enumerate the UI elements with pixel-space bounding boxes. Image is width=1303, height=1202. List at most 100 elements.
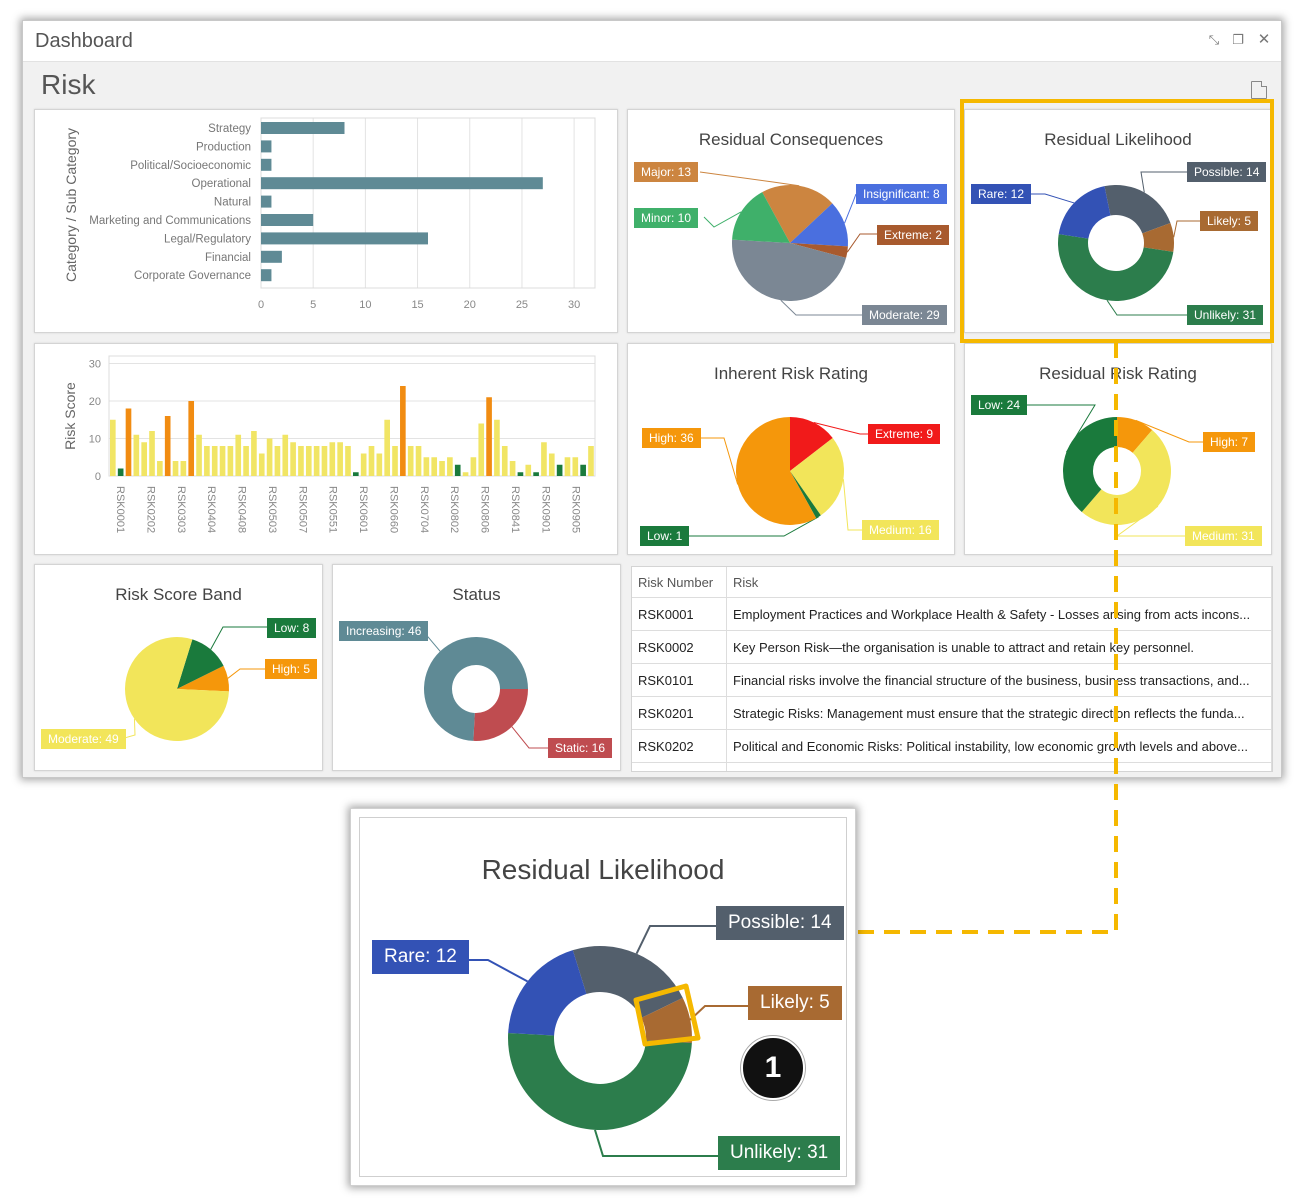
risk-score-bar[interactable]	[305, 446, 312, 476]
x-tick-label: RSK0503	[266, 486, 278, 533]
risk-score-bar[interactable]	[149, 431, 155, 476]
risk-score-bar[interactable]	[235, 434, 242, 476]
category-bar[interactable]	[261, 177, 543, 190]
risk-score-bar[interactable]	[368, 446, 375, 476]
risk-score-bar[interactable]	[243, 446, 249, 476]
category-label: Marketing and Communications	[89, 215, 251, 227]
data-label: Minor: 10	[634, 208, 699, 228]
risk-score-bar[interactable]	[588, 446, 594, 476]
risk-score-bar[interactable]	[266, 438, 273, 477]
risk-score-bar[interactable]	[329, 442, 336, 476]
table-row[interactable]: RSK0101 Financial risks involve the fina…	[632, 663, 1272, 697]
category-bar[interactable]	[261, 195, 272, 208]
risk-score-bar[interactable]	[462, 472, 469, 476]
category-bar[interactable]	[261, 122, 345, 134]
risk-score-bar[interactable]	[117, 468, 124, 477]
data-label: Medium: 31	[1185, 526, 1262, 546]
table-row[interactable]: RSK0002 Key Person Risk—the organisation…	[632, 630, 1272, 664]
category-bar[interactable]	[261, 140, 272, 153]
risk-score-bar[interactable]	[494, 419, 500, 476]
table-header-row: Risk Number Risk	[632, 567, 1272, 598]
risk-score-bar[interactable]	[486, 397, 492, 476]
collapse-icon[interactable]: ⤡	[1205, 31, 1223, 49]
risk-score-bar[interactable]	[141, 442, 147, 476]
table-row[interactable]	[632, 762, 1272, 771]
column-header-risk[interactable]: Risk	[726, 567, 1272, 598]
risk-score-bar[interactable]	[580, 464, 586, 476]
table-row[interactable]: RSK0201 Strategic Risks: Management must…	[632, 696, 1272, 730]
highlight-frame	[960, 99, 1274, 343]
restore-icon[interactable]: ❐	[1229, 31, 1247, 49]
risk-score-bar[interactable]	[219, 446, 226, 476]
risk-score-bar[interactable]	[470, 457, 477, 476]
risk-score-bar[interactable]	[447, 457, 453, 476]
zoom-detail: Residual Likelihood Possible: 14 Likely: …	[350, 808, 856, 1186]
risk-score-bar[interactable]	[204, 446, 210, 476]
risk-score-bar[interactable]	[313, 446, 320, 476]
risk-score-bar[interactable]	[525, 464, 532, 476]
table-row[interactable]: RSK0202 Political and Economic Risks: Po…	[632, 729, 1272, 763]
risk-score-bar[interactable]	[478, 423, 485, 477]
category-bar[interactable]	[261, 232, 428, 245]
risk-score-bar[interactable]	[227, 446, 234, 476]
risk-score-bar[interactable]	[517, 472, 524, 476]
risk-score-bar[interactable]	[133, 434, 140, 476]
data-label: Extreme: 9	[868, 424, 941, 444]
risk-score-bar[interactable]	[384, 419, 390, 476]
risk-score-bar[interactable]	[180, 461, 187, 476]
x-tick-label: RSK0001	[114, 486, 126, 533]
risk-score-bar[interactable]	[282, 434, 289, 476]
risk-score-bar[interactable]	[345, 446, 351, 476]
close-icon[interactable]: ✕	[1255, 31, 1273, 49]
risk-score-bar[interactable]	[172, 461, 179, 476]
table-row[interactable]: RSK0001 Employment Practices and Workpla…	[632, 597, 1272, 631]
risk-number-cell: RSK0001	[632, 597, 727, 631]
risk-score-bar[interactable]	[376, 453, 383, 477]
risk-table: Risk Number Risk RSK0001 Employment Prac…	[631, 566, 1273, 772]
risk-score-bar[interactable]	[321, 446, 328, 476]
risk-score-bar[interactable]	[556, 464, 563, 476]
category-bar[interactable]	[261, 269, 272, 282]
risk-score-bar[interactable]	[501, 446, 508, 476]
column-header-risk-number[interactable]: Risk Number	[632, 567, 727, 598]
risk-score-bar[interactable]	[196, 434, 202, 476]
risk-score-bar[interactable]	[439, 461, 445, 476]
risk-score-bar[interactable]	[548, 453, 555, 477]
risk-score-bar[interactable]	[533, 472, 539, 476]
risk-score-bar[interactable]	[211, 446, 218, 476]
risk-score-bar[interactable]	[274, 446, 281, 476]
category-bar[interactable]	[261, 250, 282, 263]
risk-score-bar[interactable]	[360, 453, 367, 477]
risk-score-bar[interactable]	[164, 416, 171, 476]
risk-score-bar[interactable]	[541, 442, 547, 476]
chart-slice[interactable]	[508, 1032, 692, 1130]
category-bar[interactable]	[261, 214, 314, 226]
risk-score-bar[interactable]	[125, 408, 132, 477]
risk-score-bar[interactable]	[454, 464, 461, 476]
risk-score-bar[interactable]	[353, 472, 359, 476]
risk-score-bar[interactable]	[290, 442, 296, 476]
risk-score-bar[interactable]	[415, 446, 422, 476]
export-icon[interactable]	[1251, 81, 1267, 99]
data-label: Low: 24	[971, 395, 1028, 415]
risk-score-bar[interactable]	[509, 461, 516, 476]
leader-line	[699, 171, 800, 187]
risk-score-bar[interactable]	[423, 457, 430, 476]
risk-score-bar[interactable]	[407, 446, 414, 476]
risk-score-bar[interactable]	[251, 431, 257, 476]
risk-score-bar[interactable]	[572, 457, 579, 476]
x-tick-label: 15	[411, 299, 423, 311]
risk-score-bar[interactable]	[188, 401, 195, 476]
risk-score-bar[interactable]	[298, 446, 304, 476]
risk-score-bar[interactable]	[110, 419, 116, 476]
category-bar[interactable]	[261, 158, 272, 171]
risk-score-bar[interactable]	[431, 457, 438, 476]
risk-score-bar[interactable]	[258, 453, 265, 477]
risk-score-bar[interactable]	[392, 446, 398, 476]
risk-score-bar[interactable]	[564, 457, 571, 476]
risk-score-bar[interactable]	[400, 386, 406, 476]
chart-slice[interactable]	[473, 689, 528, 741]
chart-slice[interactable]	[508, 950, 587, 1036]
risk-score-bar[interactable]	[157, 461, 163, 476]
risk-score-bar[interactable]	[337, 442, 343, 476]
